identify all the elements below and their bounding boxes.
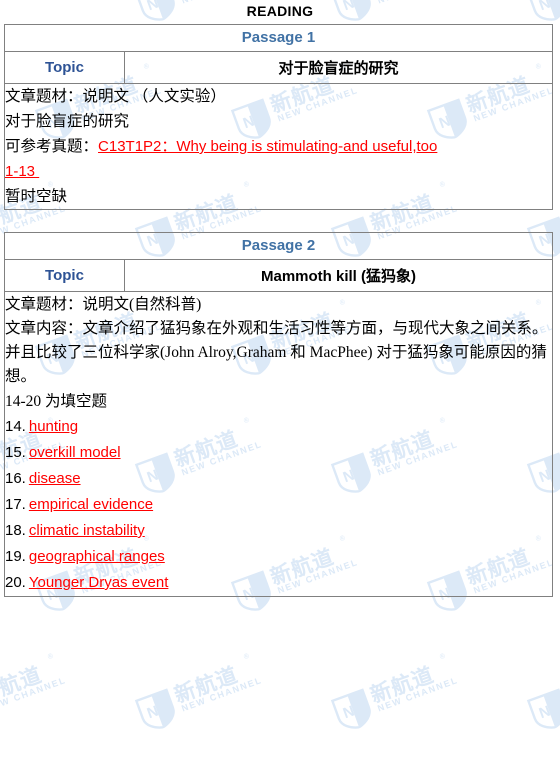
passage-1-genre-line: 文章题材：说明文 （人文实验） [5,88,226,105]
passage-1-table: Passage 1 Topic 对于脸盲症的研究 文章题材：说明文 （人文实验）… [4,24,553,210]
passage-2-content-line: 文章内容：文章介绍了猛犸象在外观和生活习性等方面，与现代大象之间关系。并且比较了… [5,320,548,385]
watermark-cn-text: 新航道 [0,662,46,708]
list-item: 17. empirical evidence [5,492,552,518]
answer-number: 15. [5,444,26,461]
passage-2-topic-value-cell: Mammoth kill (猛犸象) [124,259,553,292]
passage-2-body-cell: 文章题材：说明文(自然科普) 文章内容：文章介绍了猛犸象在外观和生活习性等方面，… [4,291,553,597]
nc-shield-icon: NC [526,688,560,729]
passage-1-header-label: Passage 1 [241,29,316,46]
passage-1-topic-row: Topic 对于脸盲症的研究 [4,51,553,84]
watermark-en-text: NEW CHANNEL [180,674,264,714]
answer-value[interactable]: climatic instability [29,522,145,539]
passage-1-reference-range-trailing-space [35,163,39,180]
passage-2-header-row: Passage 2 [4,232,553,260]
passage-1-topic-label-cell: Topic [4,51,125,84]
passage-1-reference-label: 可参考真题： [5,138,99,155]
watermark-cn-text: 新航道 [171,662,242,708]
answer-value[interactable]: overkill model [29,444,121,461]
answer-value[interactable]: disease [29,470,81,487]
passage-2-topic-row: Topic Mammoth kill (猛犸象) [4,259,553,292]
passage-2-topic-value: Mammoth kill (猛犸象) [260,268,416,285]
passage-2-header-label: Passage 2 [241,237,316,254]
answer-number: 14. [5,418,26,435]
answer-number: 20. [5,574,26,591]
passage-1-header-row: Passage 1 [4,24,553,52]
watermark-logo: NC新航道®NEW CHANNEL [524,650,560,738]
watermark-cn-text: 新航道 [367,662,438,708]
passage-1-reference-line: 可参考真题：C13T1P2：Why being is stimulating-a… [5,134,552,159]
list-item: 15. overkill model [5,440,552,466]
passage-2-question-range-line: 14-20 为填空题 [5,393,108,410]
watermark-registered-mark: ® [46,652,55,662]
passage-1-topic-value: 对于脸盲症的研究 [278,59,399,77]
passage-1-body-row: 文章题材：说明文 （人文实验） 对于脸盲症的研究 可参考真题：C13T1P2：W… [4,83,553,210]
watermark-en-text: NEW CHANNEL [376,674,460,714]
passage-1-body-cell: 文章题材：说明文 （人文实验） 对于脸盲症的研究 可参考真题：C13T1P2：W… [4,83,553,210]
watermark-logo: NC新航道®NEW CHANNEL [0,650,76,738]
answer-value[interactable]: hunting [29,418,78,435]
watermark-cn-text: 新航道 [0,0,46,1]
list-item: 20. Younger Dryas event [5,570,552,596]
page-title: READING [246,3,314,19]
answer-number: 18. [5,522,26,539]
passage-1-reference-range[interactable]: 1-13 [5,163,35,180]
watermark-registered-mark: ® [438,652,447,662]
nc-shield-icon: NC [134,688,175,729]
list-item: 19. geographical ranges [5,544,552,570]
passage-2-table: Passage 2 Topic Mammoth kill (猛犸象) 文章题材：… [4,232,553,597]
passage-2-genre-line: 文章题材：说明文(自然科普) [5,296,202,313]
answer-number: 17. [5,496,26,513]
watermark-cn-text: 新航道 [366,0,438,1]
passage-2-header-cell: Passage 2 [4,232,553,260]
passage-1-reference-range-line: 1-13 [5,159,552,184]
list-item: 14. hunting [5,414,552,440]
watermark-registered-mark: ® [242,652,251,662]
passage-1-topic-label: Topic [45,58,84,76]
answer-number: 19. [5,548,26,565]
nc-shield-icon: NC [330,688,371,729]
list-item: 16. disease [5,466,552,492]
svg-text:NC: NC [537,699,560,722]
watermark-logo: NC新航道® NEW CHANNEL [328,650,468,738]
watermark-logo: NC新航道® NEW CHANNEL [132,650,272,738]
passage-2-topic-label-cell: Topic [4,259,125,292]
passage-1-status-note: 暂时空缺 [5,188,68,205]
answer-value[interactable]: empirical evidence [29,496,153,513]
svg-text:NC: NC [145,699,171,722]
answer-value[interactable]: Younger Dryas event [29,574,169,591]
answer-value[interactable]: geographical ranges [29,548,165,565]
passage-1-topic-value-cell: 对于脸盲症的研究 [124,51,553,84]
watermark-cn-text: 新航道 [170,0,242,1]
passage-2-answer-list: 14. hunting 15. overkill model 16. disease … [5,414,552,596]
list-item: 18. climatic instability [5,518,552,544]
watermark-en-text: NEW CHANNEL [0,674,68,714]
svg-text:NC: NC [341,699,367,722]
passage-1-topic-repeat-line: 对于脸盲症的研究 [5,113,130,130]
passage-2-body-row: 文章题材：说明文(自然科普) 文章内容：文章介绍了猛犸象在外观和生活习性等方面，… [4,291,553,597]
passage-1-reference-link[interactable]: C13T1P2：Why being is stimulating-and use… [98,138,437,155]
table-gap-spacer [0,210,560,232]
passage-1-header-cell: Passage 1 [4,24,553,52]
passage-2-topic-label: Topic [45,266,84,284]
answer-number: 16. [5,470,26,487]
